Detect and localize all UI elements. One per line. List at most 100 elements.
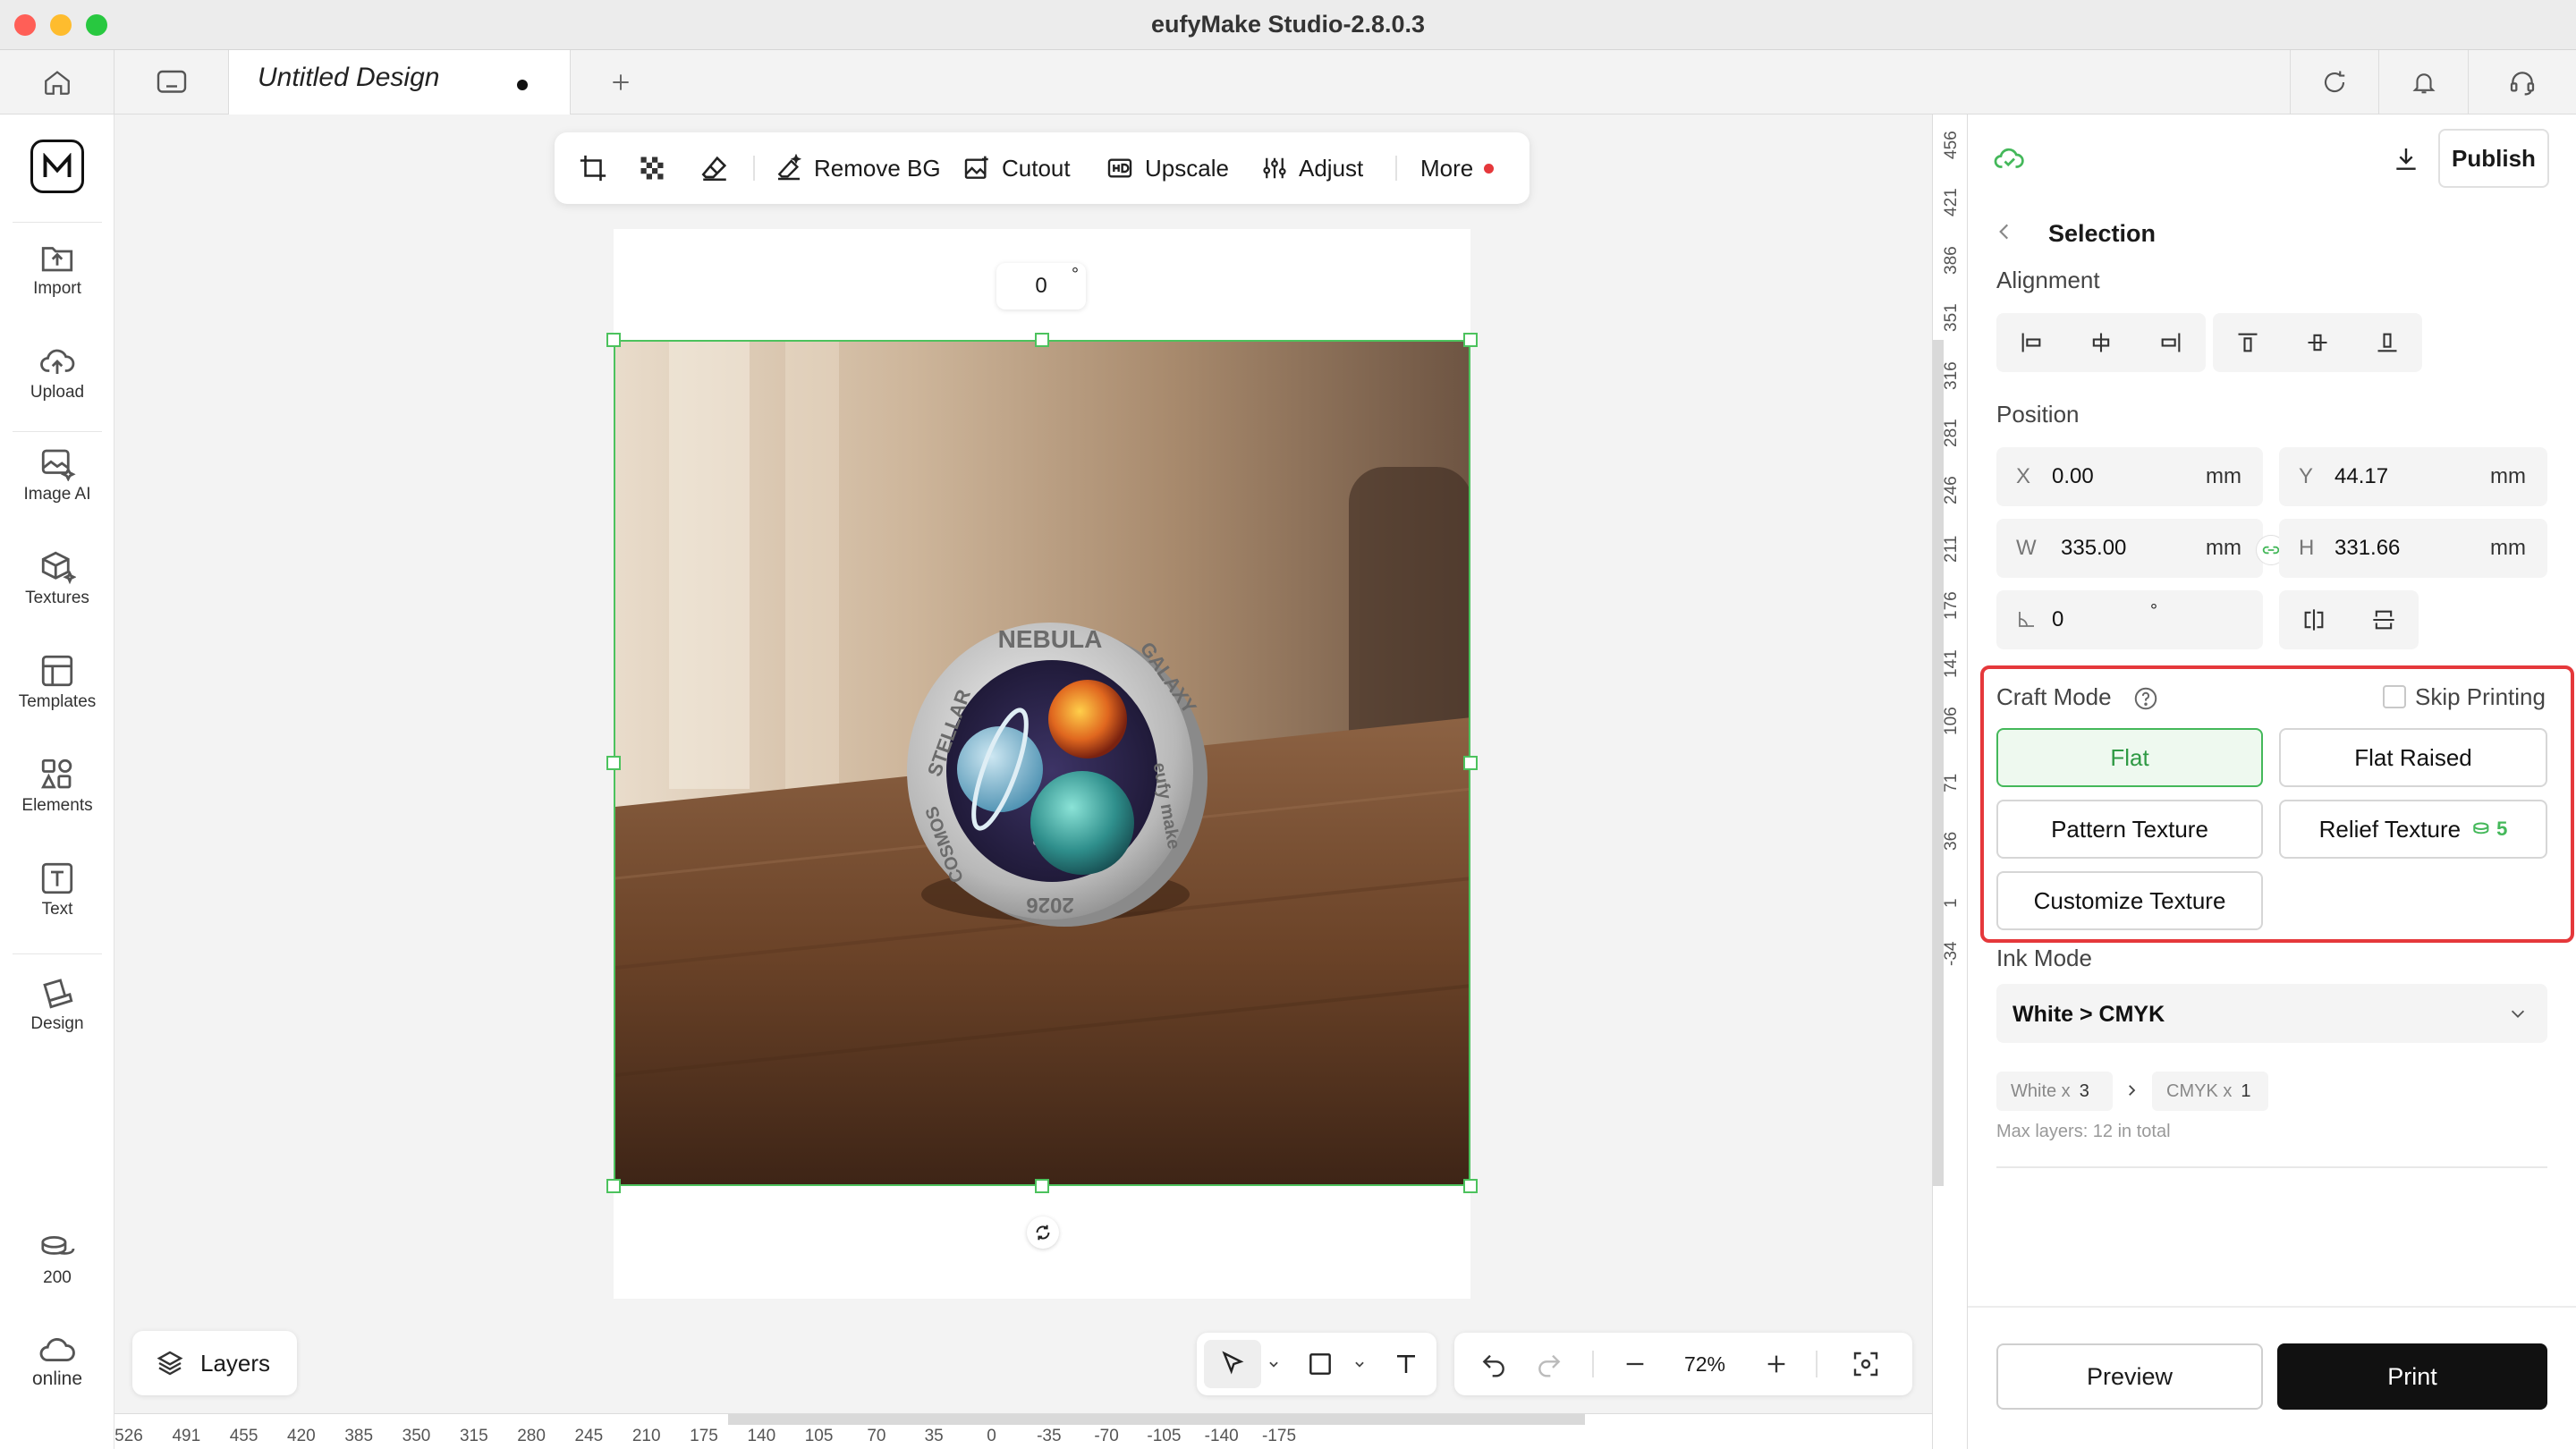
textures-icon	[41, 551, 76, 585]
sidebar-item-label: Text	[41, 900, 73, 919]
resize-handle-br[interactable]	[1463, 1179, 1478, 1193]
angle-icon	[2019, 612, 2034, 627]
rotate-handle[interactable]	[1027, 1216, 1059, 1249]
text-tool-button[interactable]	[1377, 1333, 1435, 1395]
x-field[interactable]: X 0.00 mm	[1996, 447, 2263, 506]
select-tool-dropdown[interactable]	[1261, 1333, 1286, 1395]
sidebar-item-import[interactable]: Import	[0, 240, 114, 299]
resize-handle-tl[interactable]	[606, 333, 621, 347]
sidebar-item-label: Image AI	[23, 485, 91, 504]
brand-logo	[30, 140, 84, 193]
align-bottom-icon	[2377, 333, 2397, 352]
back-button[interactable]	[1993, 218, 2016, 245]
undo-button[interactable]	[1467, 1333, 1521, 1395]
height-field[interactable]: H 331.66 mm	[2279, 519, 2547, 578]
notifications-button[interactable]	[2379, 50, 2469, 114]
ruler-tick-label: 420	[287, 1427, 316, 1445]
ink-mode-select[interactable]: White > CMYK	[1996, 984, 2547, 1043]
align-left-button[interactable]	[1996, 313, 2066, 372]
layers-button[interactable]: Layers	[132, 1331, 297, 1395]
image-toolbar: Remove BG Cutout Upscale Adjust More	[555, 132, 1530, 204]
coin-photo: NEBULA STELLAR GALAXY eufy make COSMOS 2…	[615, 342, 1469, 1184]
download-button[interactable]	[2379, 132, 2433, 186]
ruler-tick-label: 245	[574, 1427, 604, 1445]
sidebar-item-upload[interactable]: Upload	[0, 343, 114, 402]
print-button[interactable]: Print	[2277, 1343, 2547, 1410]
cmyk-chip-label: CMYK x	[2166, 1080, 2233, 1101]
flip-group	[2279, 590, 2419, 649]
zoom-out-button[interactable]	[1608, 1333, 1662, 1395]
tab-bar: Untitled Design	[0, 50, 2576, 114]
sync-button[interactable]	[2290, 50, 2379, 114]
h-unit: mm	[2490, 536, 2526, 560]
layers-icon	[157, 1351, 183, 1376]
toolbar-divider	[1592, 1351, 1594, 1377]
new-tab-button[interactable]	[571, 50, 671, 114]
flip-vertical-button[interactable]	[2349, 590, 2419, 649]
sidebar-item-textures[interactable]: Textures	[0, 549, 114, 608]
more-button[interactable]: More	[1420, 132, 1495, 204]
redo-button[interactable]	[1522, 1333, 1576, 1395]
credits-indicator[interactable]: 200	[0, 1233, 114, 1288]
horizontal-alignment-group	[1996, 313, 2206, 372]
resize-handle-b[interactable]	[1035, 1179, 1049, 1193]
vertical-ruler: 456 421 386 351 316 281 246 211 176 141 106 71 36 1 -3…	[1932, 114, 1968, 1449]
sidebar-item-image-ai[interactable]: Image AI	[0, 445, 114, 504]
x-unit: mm	[2206, 464, 2241, 488]
support-button[interactable]	[2469, 50, 2576, 114]
zoom-level[interactable]: 72%	[1662, 1333, 1748, 1395]
ruler-tick-label: 176	[1942, 591, 1961, 621]
align-middle-button[interactable]	[2283, 313, 2352, 372]
window-icon	[157, 70, 186, 93]
y-value: 44.17	[2334, 464, 2389, 488]
align-right-button[interactable]	[2136, 313, 2206, 372]
tabs-overview-button[interactable]	[114, 50, 229, 114]
tab-untitled-design[interactable]: Untitled Design	[229, 50, 571, 114]
cutout-button[interactable]: Cutout	[962, 132, 1071, 204]
y-field[interactable]: Y 44.17 mm	[2279, 447, 2547, 506]
select-tool-button[interactable]	[1204, 1340, 1261, 1388]
text-tool-icon	[1397, 1355, 1415, 1373]
crop-button[interactable]	[578, 132, 619, 204]
resize-handle-l[interactable]	[606, 756, 621, 770]
sidebar-item-text[interactable]: Text	[0, 860, 114, 919]
shape-tool-button[interactable]	[1292, 1333, 1349, 1395]
align-top-button[interactable]	[2213, 313, 2283, 372]
preview-button[interactable]: Preview	[1996, 1343, 2263, 1410]
adjust-button[interactable]: Adjust	[1261, 132, 1363, 204]
align-center-h-button[interactable]	[2066, 313, 2136, 372]
upscale-button[interactable]: Upscale	[1106, 132, 1229, 204]
import-icon	[41, 247, 73, 272]
publish-button[interactable]: Publish	[2438, 129, 2549, 188]
resize-handle-t[interactable]	[1035, 333, 1049, 347]
home-button[interactable]	[0, 50, 114, 114]
sidebar-item-elements[interactable]: Elements	[0, 757, 114, 816]
sidebar-item-templates[interactable]: Templates	[0, 653, 114, 712]
white-chip-label: White x	[2011, 1080, 2071, 1101]
connection-status[interactable]: online	[0, 1333, 114, 1390]
sidebar-item-label: Upload	[30, 383, 85, 402]
home-icon	[44, 71, 70, 95]
cloud-sync-button[interactable]	[1993, 143, 2025, 172]
zoom-in-button[interactable]	[1750, 1333, 1803, 1395]
shape-tool-dropdown[interactable]	[1347, 1333, 1372, 1395]
unsaved-dot	[517, 80, 528, 90]
width-field[interactable]: W 335.00 mm	[1996, 519, 2263, 578]
resize-handle-tr[interactable]	[1463, 333, 1478, 347]
eraser-button[interactable]	[699, 132, 741, 204]
sidebar-item-design[interactable]: Design	[0, 975, 114, 1034]
flip-horizontal-button[interactable]	[2279, 590, 2349, 649]
x-label: X	[2016, 464, 2031, 488]
elements-icon	[40, 758, 72, 789]
align-top-icon	[2238, 333, 2258, 352]
align-bottom-button[interactable]	[2352, 313, 2422, 372]
angle-field[interactable]: 0 °	[1996, 590, 2263, 649]
resize-handle-r[interactable]	[1463, 756, 1478, 770]
ruler-tick-label: 36	[1942, 831, 1961, 851]
selected-image[interactable]: NEBULA STELLAR GALAXY eufy make COSMOS 2…	[614, 340, 1470, 1186]
resize-handle-bl[interactable]	[606, 1179, 621, 1193]
rotation-unit: °	[1072, 265, 1079, 284]
transparency-button[interactable]	[639, 132, 676, 204]
fit-to-screen-button[interactable]	[1834, 1333, 1898, 1395]
remove-bg-button[interactable]: Remove BG	[775, 132, 941, 204]
